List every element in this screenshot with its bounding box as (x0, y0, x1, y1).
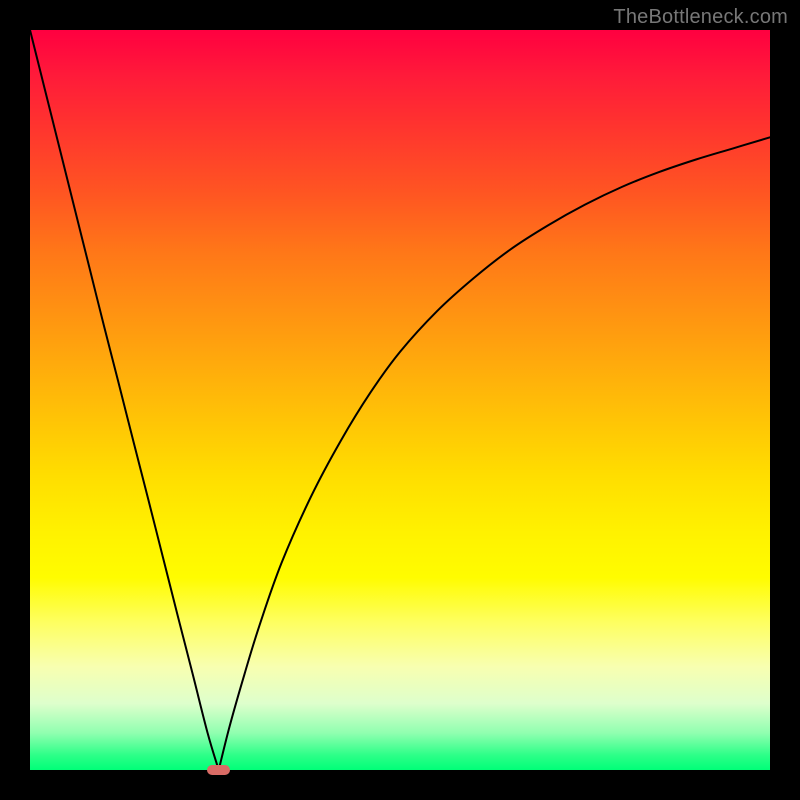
chart-plot-area (30, 30, 770, 770)
chart-curve (30, 30, 770, 770)
minimum-marker (207, 765, 230, 775)
watermark-text: TheBottleneck.com (613, 6, 788, 29)
series-left-branch (30, 30, 219, 770)
series-right-branch (219, 137, 770, 770)
